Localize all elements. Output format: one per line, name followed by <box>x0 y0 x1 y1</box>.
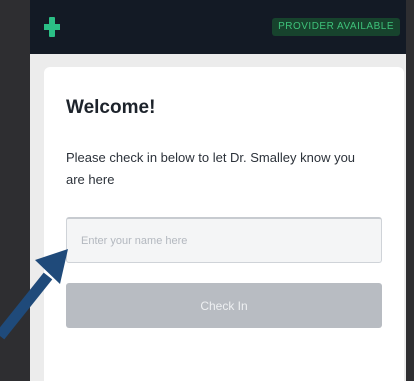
plus-logo-icon <box>44 17 60 37</box>
checkin-instructions: Please check in below to let Dr. Smalley… <box>66 150 356 187</box>
checkin-card: Welcome! Please check in below to let Dr… <box>44 67 404 381</box>
check-in-button[interactable]: Check In <box>66 283 382 328</box>
right-background-strip <box>406 0 414 381</box>
provider-status-badge: PROVIDER AVAILABLE <box>272 18 400 36</box>
app-screen: PROVIDER AVAILABLE Welcome! Please check… <box>0 0 414 381</box>
welcome-title: Welcome! <box>66 97 156 118</box>
name-input[interactable] <box>66 217 382 263</box>
pointer-arrow-icon <box>0 249 68 340</box>
top-navigation-bar: PROVIDER AVAILABLE <box>30 0 406 54</box>
